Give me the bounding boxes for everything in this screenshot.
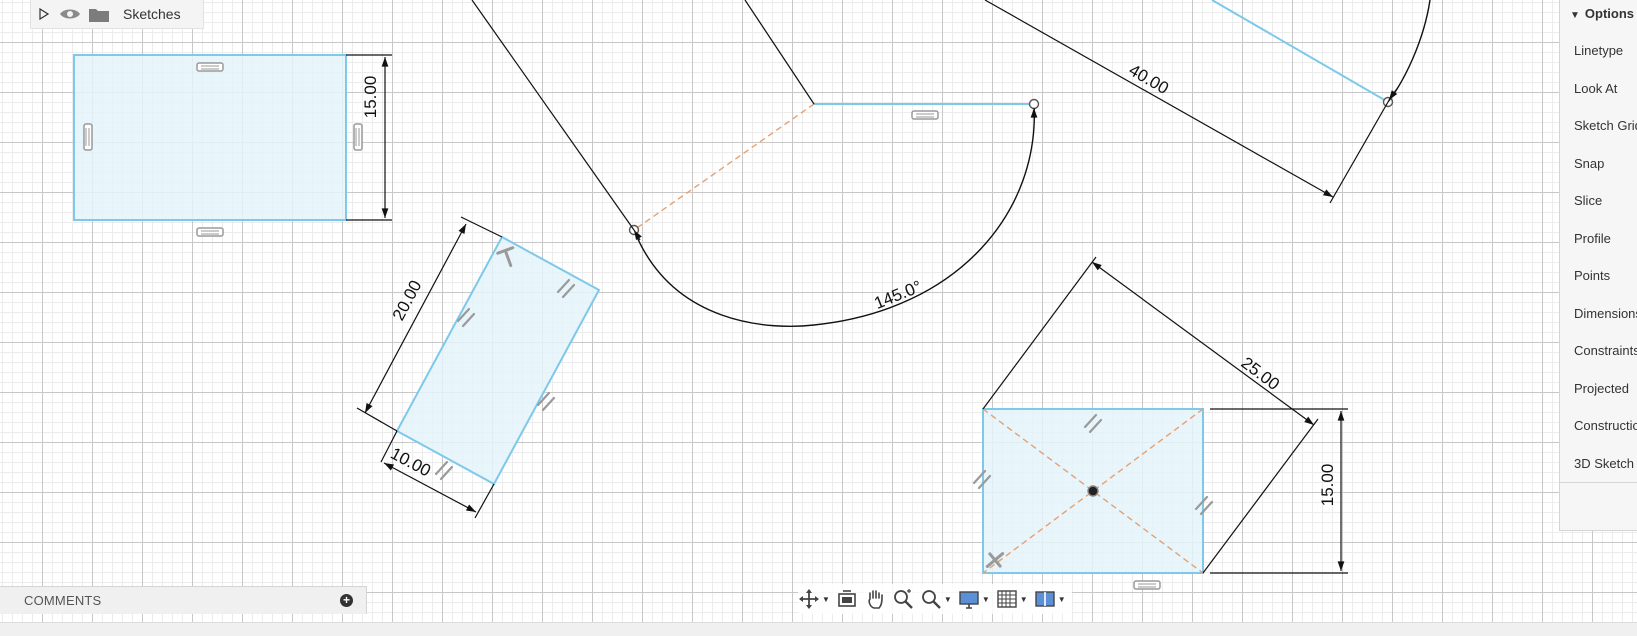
option-profile[interactable]: Profile	[1574, 231, 1611, 246]
options-header[interactable]: ▼ Options	[1570, 6, 1634, 21]
folder-icon	[87, 6, 111, 23]
browser-item-label[interactable]: Sketches	[123, 6, 181, 22]
pan-icon[interactable]	[864, 588, 886, 610]
display-settings-icon[interactable]: ▼	[958, 588, 990, 610]
option-look-at[interactable]: Look At	[1574, 81, 1617, 96]
sketch-rectangle-top-left[interactable]	[73, 54, 363, 237]
options-divider	[1560, 482, 1637, 483]
status-bar	[0, 622, 1637, 636]
option-construction[interactable]: Construction	[1574, 418, 1637, 433]
vertical-constraint-icon[interactable]	[353, 123, 363, 151]
look-at-icon[interactable]	[836, 588, 858, 610]
comments-panel[interactable]: COMMENTS +	[0, 586, 367, 614]
option-projected[interactable]: Projected	[1574, 381, 1629, 396]
sketch-canvas[interactable]: 15.00 20.00 10.00 145.0° 40.00 25.00 15.…	[0, 0, 1637, 635]
sketch-line-top-right[interactable]	[1211, 0, 1431, 108]
options-header-label: Options	[1584, 6, 1635, 21]
dimension-value[interactable]: 15.00	[1318, 464, 1337, 507]
option-snap[interactable]: Snap	[1574, 156, 1604, 171]
orbit-icon[interactable]: ▼	[798, 588, 830, 610]
comments-label: COMMENTS	[24, 593, 102, 608]
option-3d-sketch[interactable]: 3D Sketch	[1574, 456, 1634, 471]
dimension-value[interactable]: 15.00	[361, 76, 380, 119]
vertical-constraint-icon[interactable]	[83, 123, 93, 151]
horizontal-constraint-icon[interactable]	[911, 110, 939, 120]
dimension-line-length[interactable]: 40.00	[984, 0, 1389, 204]
sketch-palette-options: ▼ Options Linetype Look At Sketch Grid Sn…	[1559, 0, 1637, 531]
dimension-value[interactable]: 20.00	[389, 277, 426, 323]
sketch-rectangle-rotated[interactable]	[395, 235, 601, 486]
horizontal-constraint-icon[interactable]	[196, 227, 224, 237]
fit-icon[interactable]: ▼	[920, 588, 952, 610]
midpoint-icon[interactable]	[1087, 485, 1099, 497]
dimension-rect-height[interactable]: 15.00	[346, 54, 392, 221]
option-constraints[interactable]: Constraints	[1574, 343, 1637, 358]
viewports-icon[interactable]: ▼	[1034, 588, 1066, 610]
browser-sketches-row[interactable]: Sketches	[30, 0, 204, 29]
zoom-icon[interactable]	[892, 588, 914, 610]
dimension-square-height[interactable]: 15.00	[1210, 408, 1348, 574]
parallel-constraint-icon[interactable]	[434, 460, 454, 481]
horizontal-constraint-icon[interactable]	[1133, 580, 1161, 590]
sketch-rectangle-bottom-right[interactable]	[972, 408, 1214, 590]
expand-arrow-icon[interactable]	[37, 8, 51, 20]
horizontal-constraint-icon[interactable]	[196, 62, 224, 72]
dimension-value[interactable]: 145.0°	[872, 277, 925, 313]
option-sketch-grid[interactable]: Sketch Grid	[1574, 118, 1637, 133]
option-points[interactable]: Points	[1574, 268, 1610, 283]
option-linetype[interactable]: Linetype	[1574, 43, 1623, 58]
visibility-eye-icon[interactable]	[57, 7, 83, 21]
add-comment-icon[interactable]: +	[340, 594, 353, 607]
option-dimensions[interactable]: Dimensions	[1574, 306, 1637, 321]
navigation-toolbar: ▼ ▼ ▼ ▼ ▼	[798, 584, 1072, 614]
option-slice[interactable]: Slice	[1574, 193, 1602, 208]
arc-endpoint[interactable]	[1028, 98, 1040, 110]
grid-settings-icon[interactable]: ▼	[996, 588, 1028, 610]
dimension-value[interactable]: 10.00	[387, 444, 433, 481]
